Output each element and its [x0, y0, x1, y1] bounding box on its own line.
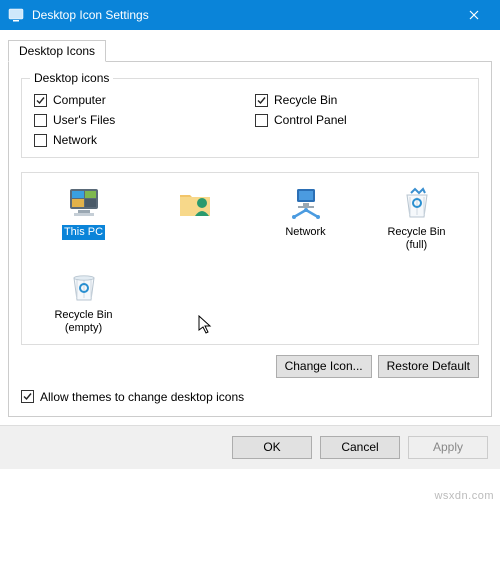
apply-button[interactable]: Apply — [408, 436, 488, 459]
client-area: Desktop Icons Desktop icons Computer Rec… — [0, 30, 500, 425]
change-icon-button[interactable]: Change Icon... — [276, 355, 372, 378]
preview-label — [193, 225, 197, 227]
preview-item-network[interactable]: Network — [250, 183, 361, 252]
group-desktop-icons: Desktop icons Computer Recycle Bin Us — [21, 78, 479, 158]
check-icon — [34, 134, 47, 147]
close-button[interactable] — [451, 0, 496, 30]
check-icon — [21, 390, 34, 403]
checkbox-label: User's Files — [53, 113, 115, 127]
computer-icon — [64, 183, 104, 223]
checkbox-allow-themes[interactable]: Allow themes to change desktop icons — [21, 390, 479, 404]
preview-label: Recycle Bin (empty) — [52, 308, 114, 335]
preview-item-this-pc[interactable]: This PC — [28, 183, 139, 252]
checkbox-label: Recycle Bin — [274, 93, 337, 107]
app-icon — [8, 7, 24, 23]
preview-label: Network — [283, 225, 327, 240]
dialog-button-row: OK Cancel Apply — [0, 425, 500, 469]
icon-button-row: Change Icon... Restore Default — [21, 355, 479, 378]
checkbox-control-panel[interactable]: Control Panel — [255, 113, 466, 127]
checkbox-network[interactable]: Network — [34, 133, 245, 147]
checkbox-label: Network — [53, 133, 97, 147]
cancel-button[interactable]: Cancel — [320, 436, 400, 459]
user-folder-icon — [175, 183, 215, 223]
check-icon — [34, 114, 47, 127]
preview-item-recycle-full[interactable]: Recycle Bin (full) — [361, 183, 472, 252]
checkbox-label: Control Panel — [274, 113, 347, 127]
titlebar: Desktop Icon Settings — [0, 0, 500, 30]
tab-desktop-icons[interactable]: Desktop Icons — [8, 40, 106, 62]
group-legend: Desktop icons — [30, 71, 113, 85]
checkbox-recycle-bin[interactable]: Recycle Bin — [255, 93, 466, 107]
watermark: wsxdn.com — [434, 490, 494, 502]
tabstrip: Desktop Icons — [8, 38, 492, 62]
recycle-bin-full-icon — [397, 183, 437, 223]
checkbox-label: Computer — [53, 93, 106, 107]
preview-item-user-folder[interactable] — [139, 183, 250, 252]
recycle-bin-empty-icon — [64, 266, 104, 306]
window-title: Desktop Icon Settings — [32, 8, 451, 22]
icon-preview: This PC — [21, 172, 479, 345]
tab-panel: Desktop icons Computer Recycle Bin Us — [8, 62, 492, 417]
checkbox-label: Allow themes to change desktop icons — [40, 390, 244, 404]
checkbox-users-files[interactable]: User's Files — [34, 113, 245, 127]
network-icon — [286, 183, 326, 223]
check-icon — [34, 94, 47, 107]
preview-label: This PC — [62, 225, 105, 240]
preview-label: Recycle Bin (full) — [385, 225, 447, 252]
restore-default-button[interactable]: Restore Default — [378, 355, 479, 378]
checkbox-computer[interactable]: Computer — [34, 93, 245, 107]
check-icon — [255, 94, 268, 107]
check-icon — [255, 114, 268, 127]
preview-item-recycle-empty[interactable]: Recycle Bin (empty) — [28, 266, 139, 335]
ok-button[interactable]: OK — [232, 436, 312, 459]
